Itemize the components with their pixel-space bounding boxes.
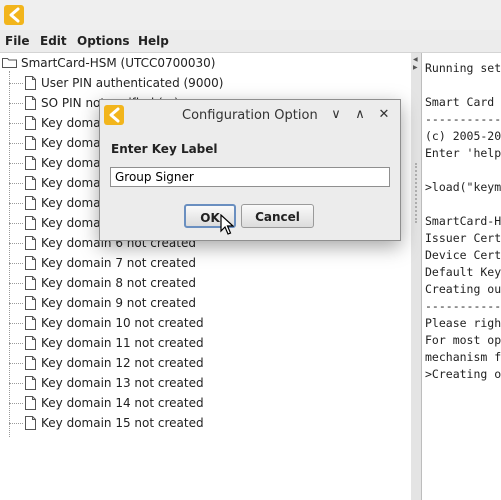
tree-connector xyxy=(9,163,23,164)
tree-node[interactable]: Key domain 12 not created xyxy=(9,353,409,373)
tree-connector xyxy=(9,303,23,304)
document-icon xyxy=(25,316,36,330)
tree-node-label: Key domain 12 not created xyxy=(41,356,204,370)
document-icon xyxy=(25,176,36,190)
tree-connector xyxy=(9,83,23,84)
console-line: Running set xyxy=(425,61,501,75)
console-line: Device Cert xyxy=(425,248,501,262)
menu-help[interactable]: Help xyxy=(138,34,169,48)
menu-options[interactable]: Options xyxy=(77,34,130,48)
tree-connector xyxy=(9,103,23,104)
window-titlebar xyxy=(0,0,501,30)
dialog-title: Configuration Option xyxy=(182,108,318,123)
tree-node[interactable]: Key domain 13 not created xyxy=(9,373,409,393)
configuration-option-dialog: Configuration Option ∨ ∧ ✕ Enter Key Lab… xyxy=(99,99,401,241)
document-icon xyxy=(25,236,36,250)
tree-connector xyxy=(9,323,23,324)
folder-icon xyxy=(2,58,17,68)
tree-connector xyxy=(9,223,23,224)
tree-node-label: Key domain 11 not created xyxy=(41,336,204,350)
app-logo-icon xyxy=(4,5,24,25)
document-icon xyxy=(25,296,36,310)
tree-node[interactable]: Key domain 15 not created xyxy=(9,413,409,433)
tree-connector xyxy=(9,283,23,284)
cancel-button[interactable]: Cancel xyxy=(241,204,314,228)
document-icon xyxy=(25,116,36,130)
document-icon xyxy=(25,156,36,170)
maximize-icon[interactable]: ∧ xyxy=(350,105,370,125)
document-icon xyxy=(25,376,36,390)
console-line: SmartCard-H xyxy=(425,214,501,228)
tree-node-label: Key domain 10 not created xyxy=(41,316,204,330)
tree-connector xyxy=(9,263,23,264)
document-icon xyxy=(25,136,36,150)
console-line: ----------- xyxy=(425,112,501,126)
tree-node[interactable]: Key domain 9 not created xyxy=(9,293,409,313)
tree-connector xyxy=(9,383,23,384)
split-pane-divider[interactable]: ◀ ▶ xyxy=(411,53,421,500)
tree-node[interactable]: Key domain 8 not created xyxy=(9,273,409,293)
divider-grip xyxy=(415,163,419,223)
tree-node-label: Key domain 13 not created xyxy=(41,376,204,390)
tree-root-label: SmartCard-HSM (UTCC0700030) xyxy=(21,56,216,70)
minimize-icon[interactable]: ∨ xyxy=(326,105,346,125)
document-icon xyxy=(25,396,36,410)
close-icon[interactable]: ✕ xyxy=(374,105,394,125)
tree-node[interactable]: Key domain 7 not created xyxy=(9,253,409,273)
console-line: >load("keym xyxy=(425,180,501,194)
document-icon xyxy=(25,76,36,90)
key-label-prompt: Enter Key Label xyxy=(111,142,218,156)
tree-node[interactable]: Key domain 14 not created xyxy=(9,393,409,413)
menu-file[interactable]: File xyxy=(5,34,30,48)
tree-connector xyxy=(9,183,23,184)
document-icon xyxy=(25,256,36,270)
tree-node-label: Key domain 7 not created xyxy=(41,256,196,270)
menu-bar: File Edit Options Help xyxy=(0,30,501,53)
document-icon xyxy=(25,96,36,110)
tree-connector xyxy=(9,203,23,204)
tree-connector xyxy=(9,423,23,424)
console-line: Smart Card xyxy=(425,95,501,109)
tree-connector xyxy=(9,143,23,144)
console-line: ----------- xyxy=(425,299,501,313)
console-line: Creating ou xyxy=(425,282,501,296)
collapse-left-arrow-icon[interactable]: ◀ xyxy=(413,57,418,63)
console-line: mechanism f xyxy=(425,350,501,364)
tree-connector xyxy=(9,243,23,244)
tree-connector xyxy=(9,403,23,404)
app-logo-icon xyxy=(104,105,124,125)
tree-node-label: Key domain 15 not created xyxy=(41,416,204,430)
tree-node[interactable]: Key domain 11 not created xyxy=(9,333,409,353)
dialog-titlebar[interactable]: Configuration Option ∨ ∧ ✕ xyxy=(100,100,400,130)
tree-connector xyxy=(9,363,23,364)
document-icon xyxy=(25,336,36,350)
document-icon xyxy=(25,356,36,370)
tree-node-label: User PIN authenticated (9000) xyxy=(41,76,224,90)
menu-edit[interactable]: Edit xyxy=(40,34,67,48)
tree-node[interactable]: Key domain 10 not created xyxy=(9,313,409,333)
tree-node-label: Key domain 14 not created xyxy=(41,396,204,410)
console-line: For most op xyxy=(425,333,501,347)
console-line: Enter 'help xyxy=(425,146,501,160)
tree-node-label: Key domain 8 not created xyxy=(41,276,196,290)
console-line: Default Key xyxy=(425,265,501,279)
tree-node[interactable]: User PIN authenticated (9000) xyxy=(9,73,409,93)
tree-connector xyxy=(9,343,23,344)
expand-right-arrow-icon[interactable]: ▶ xyxy=(413,65,418,71)
tree-connector xyxy=(9,123,23,124)
document-icon xyxy=(25,416,36,430)
document-icon xyxy=(25,196,36,210)
tree-node-label: Key domain 9 not created xyxy=(41,296,196,310)
mouse-pointer-icon xyxy=(220,214,234,235)
console-line: (c) 2005-20 xyxy=(425,129,501,143)
key-label-input[interactable] xyxy=(110,167,390,187)
document-icon xyxy=(25,276,36,290)
console-line: Please righ xyxy=(425,316,501,330)
console-line: >Creating o xyxy=(425,367,501,381)
document-icon xyxy=(25,216,36,230)
console-output[interactable]: Running set Smart Card ----------- (c) 200… xyxy=(421,53,501,500)
console-line: Issuer Cert xyxy=(425,231,501,245)
